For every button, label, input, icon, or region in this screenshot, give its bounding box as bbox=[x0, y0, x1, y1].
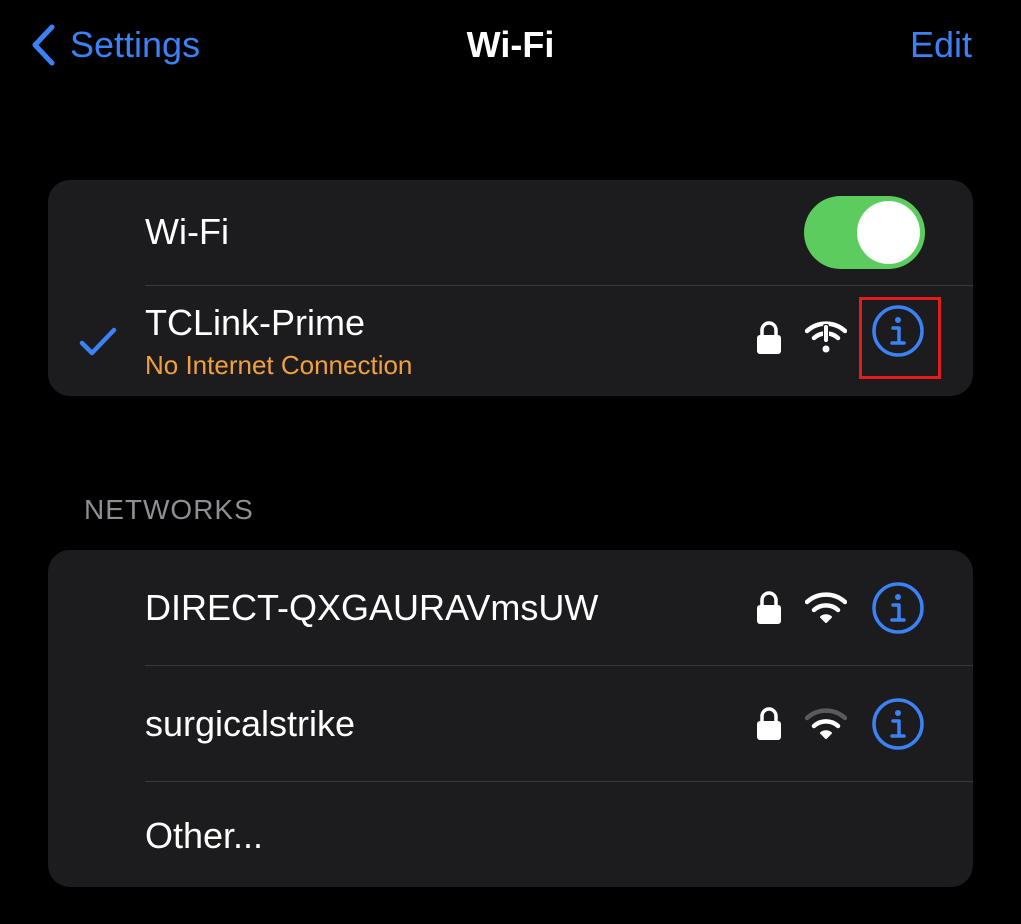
wifi-settings-group: Wi-Fi TCLink-Prime No Internet Connectio… bbox=[48, 180, 973, 396]
toggle-knob bbox=[857, 201, 920, 264]
network-name: surgicalstrike bbox=[145, 703, 356, 744]
network-row[interactable]: surgicalstrike bbox=[48, 666, 973, 781]
current-network-name: TCLink-Prime bbox=[145, 302, 366, 343]
network-row[interactable]: DIRECT-QXGAURAVmsUW bbox=[48, 550, 973, 665]
connection-status: No Internet Connection bbox=[145, 350, 413, 380]
current-network-row[interactable]: TCLink-Prime No Internet Connection bbox=[48, 286, 973, 396]
navigation-bar: Settings Wi-Fi Edit bbox=[0, 0, 1021, 90]
networks-list: DIRECT-QXGAURAVmsUW surgicalstrike Other… bbox=[48, 550, 973, 887]
other-network-row[interactable]: Other... bbox=[48, 782, 973, 887]
page-title: Wi-Fi bbox=[466, 24, 555, 65]
edit-button[interactable]: Edit bbox=[910, 20, 972, 70]
info-icon[interactable] bbox=[871, 581, 925, 635]
wifi-toggle-switch[interactable] bbox=[804, 196, 925, 269]
wifi-icon bbox=[805, 592, 847, 623]
info-icon[interactable] bbox=[871, 697, 925, 751]
checkmark-icon bbox=[79, 327, 117, 356]
network-name: DIRECT-QXGAURAVmsUW bbox=[145, 587, 599, 628]
wifi-toggle-row: Wi-Fi bbox=[48, 180, 973, 285]
lock-icon bbox=[757, 321, 781, 354]
networks-section-header: NETWORKS bbox=[84, 494, 254, 525]
wifi-exclamation-icon bbox=[805, 321, 847, 353]
lock-icon bbox=[757, 591, 781, 624]
other-network-label: Other... bbox=[145, 815, 264, 856]
wifi-icon bbox=[805, 708, 847, 739]
highlight-box bbox=[859, 297, 941, 379]
wifi-toggle-label: Wi-Fi bbox=[145, 211, 229, 252]
lock-icon bbox=[757, 707, 781, 740]
